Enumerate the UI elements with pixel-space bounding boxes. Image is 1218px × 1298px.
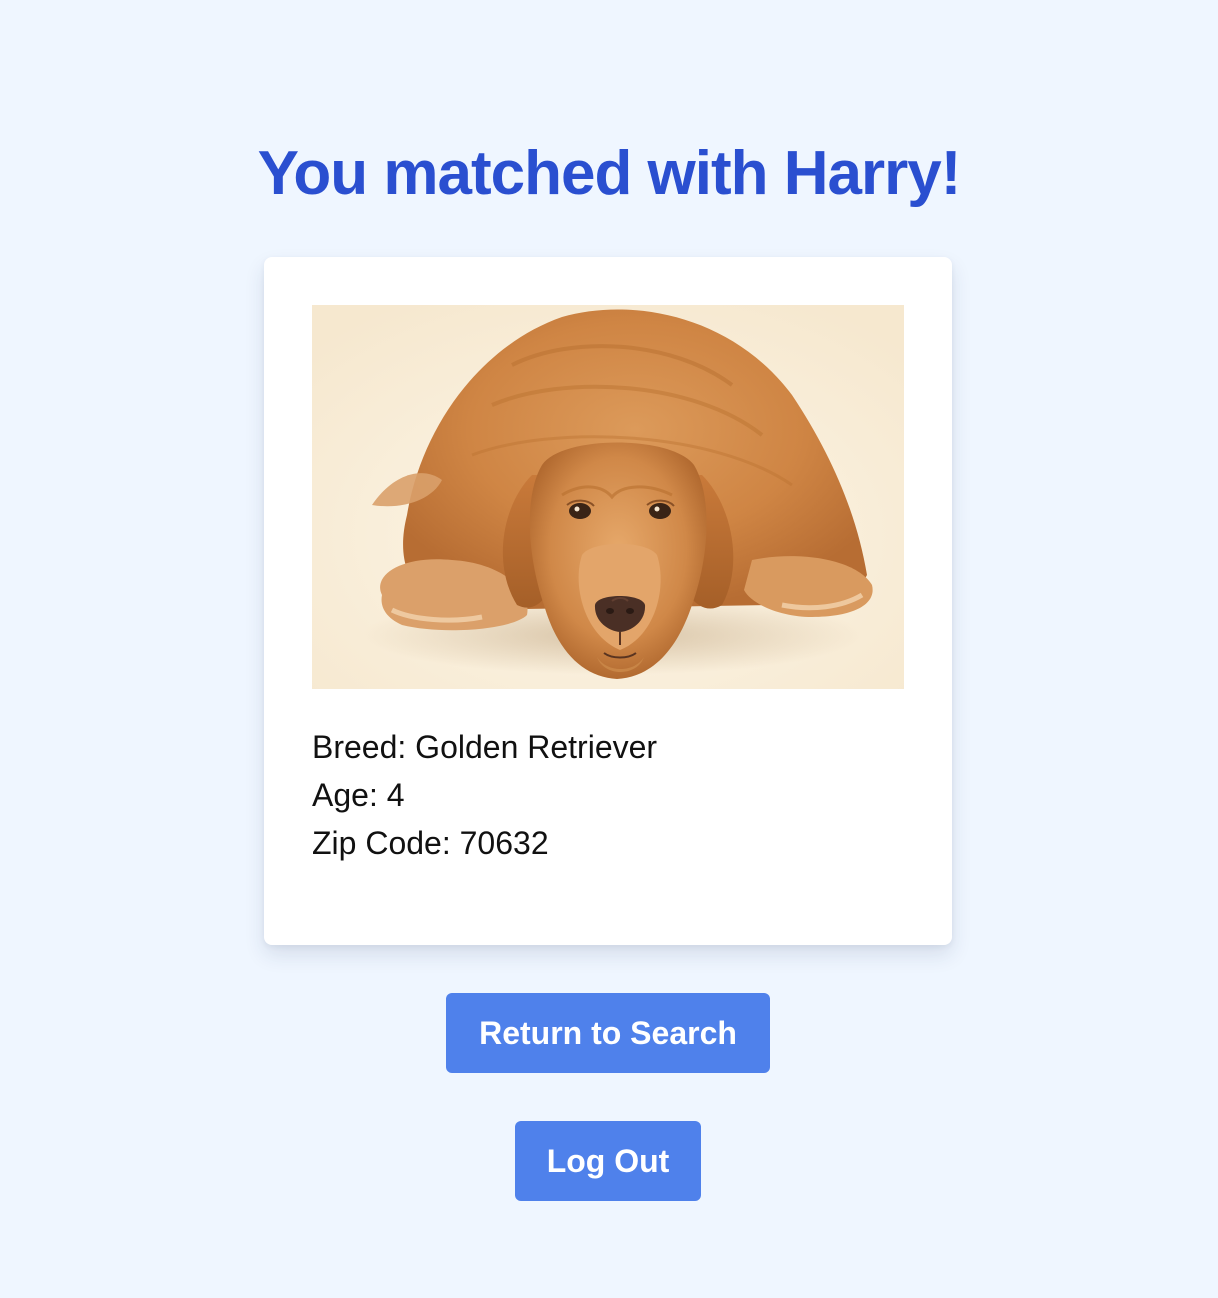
page-title: You matched with Harry!: [257, 139, 962, 208]
match-card: Breed: Golden Retriever Age: 4 Zip Code:…: [264, 257, 952, 945]
zip-code-text: Zip Code: 70632: [312, 825, 549, 861]
log-out-button[interactable]: Log Out: [515, 1121, 701, 1201]
dog-details: Breed: Golden Retriever Age: 4 Zip Code:…: [312, 723, 904, 867]
dog-photo: [312, 305, 904, 689]
return-to-search-button[interactable]: Return to Search: [446, 993, 770, 1073]
golden-retriever-photo-icon: [312, 305, 904, 689]
match-page: You matched with Harry! Breed: Golden Re…: [0, 0, 1218, 1298]
age-text: Age: 4: [312, 777, 405, 813]
breed-text: Breed: Golden Retriever: [312, 729, 658, 765]
